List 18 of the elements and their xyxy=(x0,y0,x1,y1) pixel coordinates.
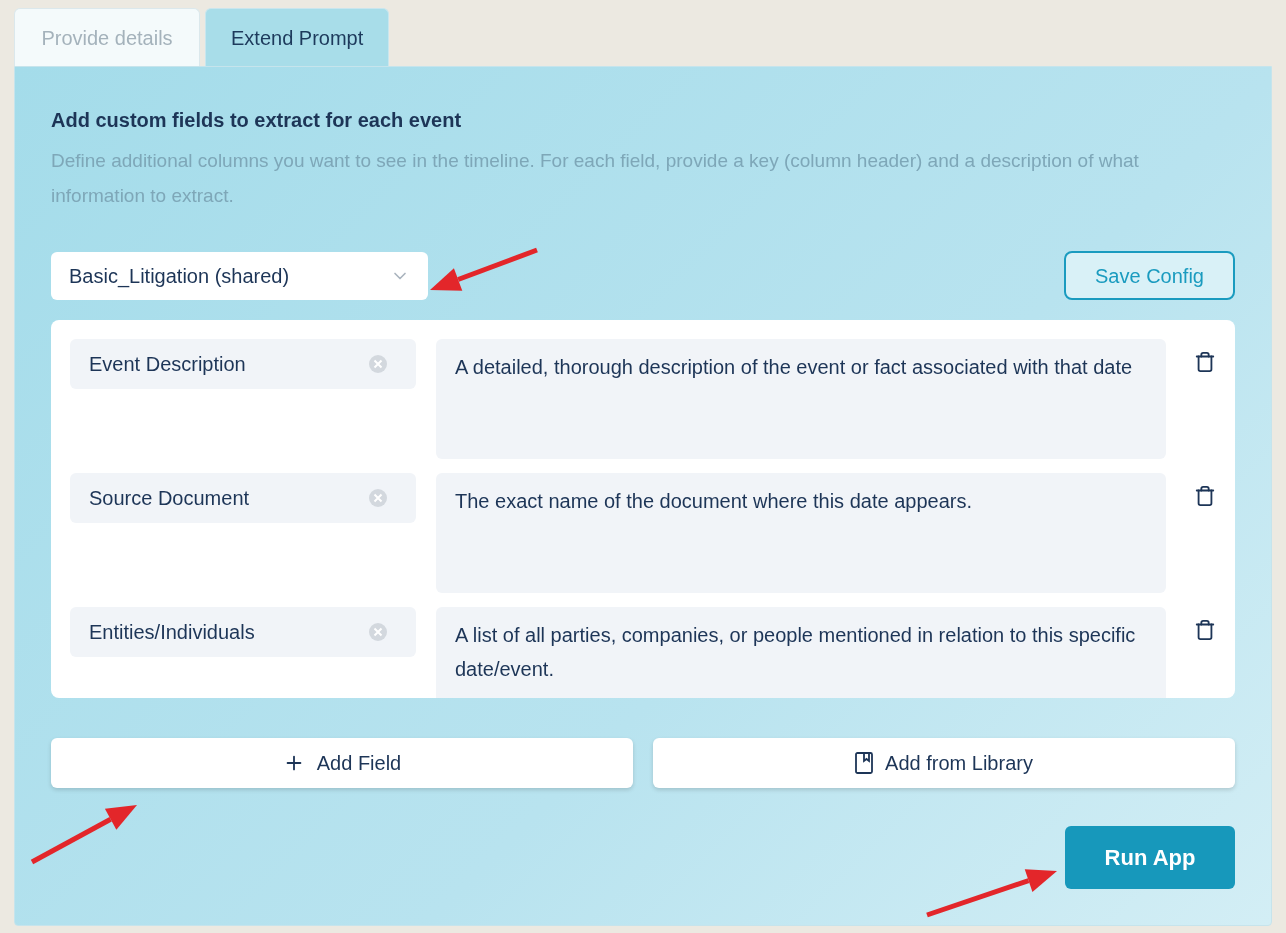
field-description-input[interactable]: A detailed, thorough description of the event or fact associated with that date xyxy=(436,339,1166,459)
field-key-input[interactable]: Event Description xyxy=(70,339,416,389)
section-heading: Add custom fields to extract for each event xyxy=(51,108,463,133)
field-key-input[interactable]: Entities/Individuals xyxy=(70,607,416,657)
field-key-input[interactable]: Source Document xyxy=(70,473,416,523)
delete-icon[interactable] xyxy=(1194,619,1216,641)
add-field-button[interactable]: Add Field xyxy=(51,738,633,788)
delete-icon[interactable] xyxy=(1194,351,1216,373)
config-select[interactable]: Basic_Litigation (shared) xyxy=(51,251,428,300)
field-description-input[interactable]: A list of all parties, companies, or people mentioned in relation to this specific date/event. xyxy=(436,607,1166,698)
bookmark-icon xyxy=(855,752,874,774)
add-from-library-button[interactable]: Add from Library xyxy=(653,738,1235,788)
delete-icon[interactable] xyxy=(1194,485,1216,507)
arrow-icon xyxy=(30,805,137,865)
tab[interactable]: Extend Prompt xyxy=(205,8,390,66)
arrow-icon xyxy=(926,869,1057,918)
field-description-input[interactable]: The exact name of the document where this date appears. xyxy=(436,473,1166,593)
arrow-icon xyxy=(430,247,538,291)
